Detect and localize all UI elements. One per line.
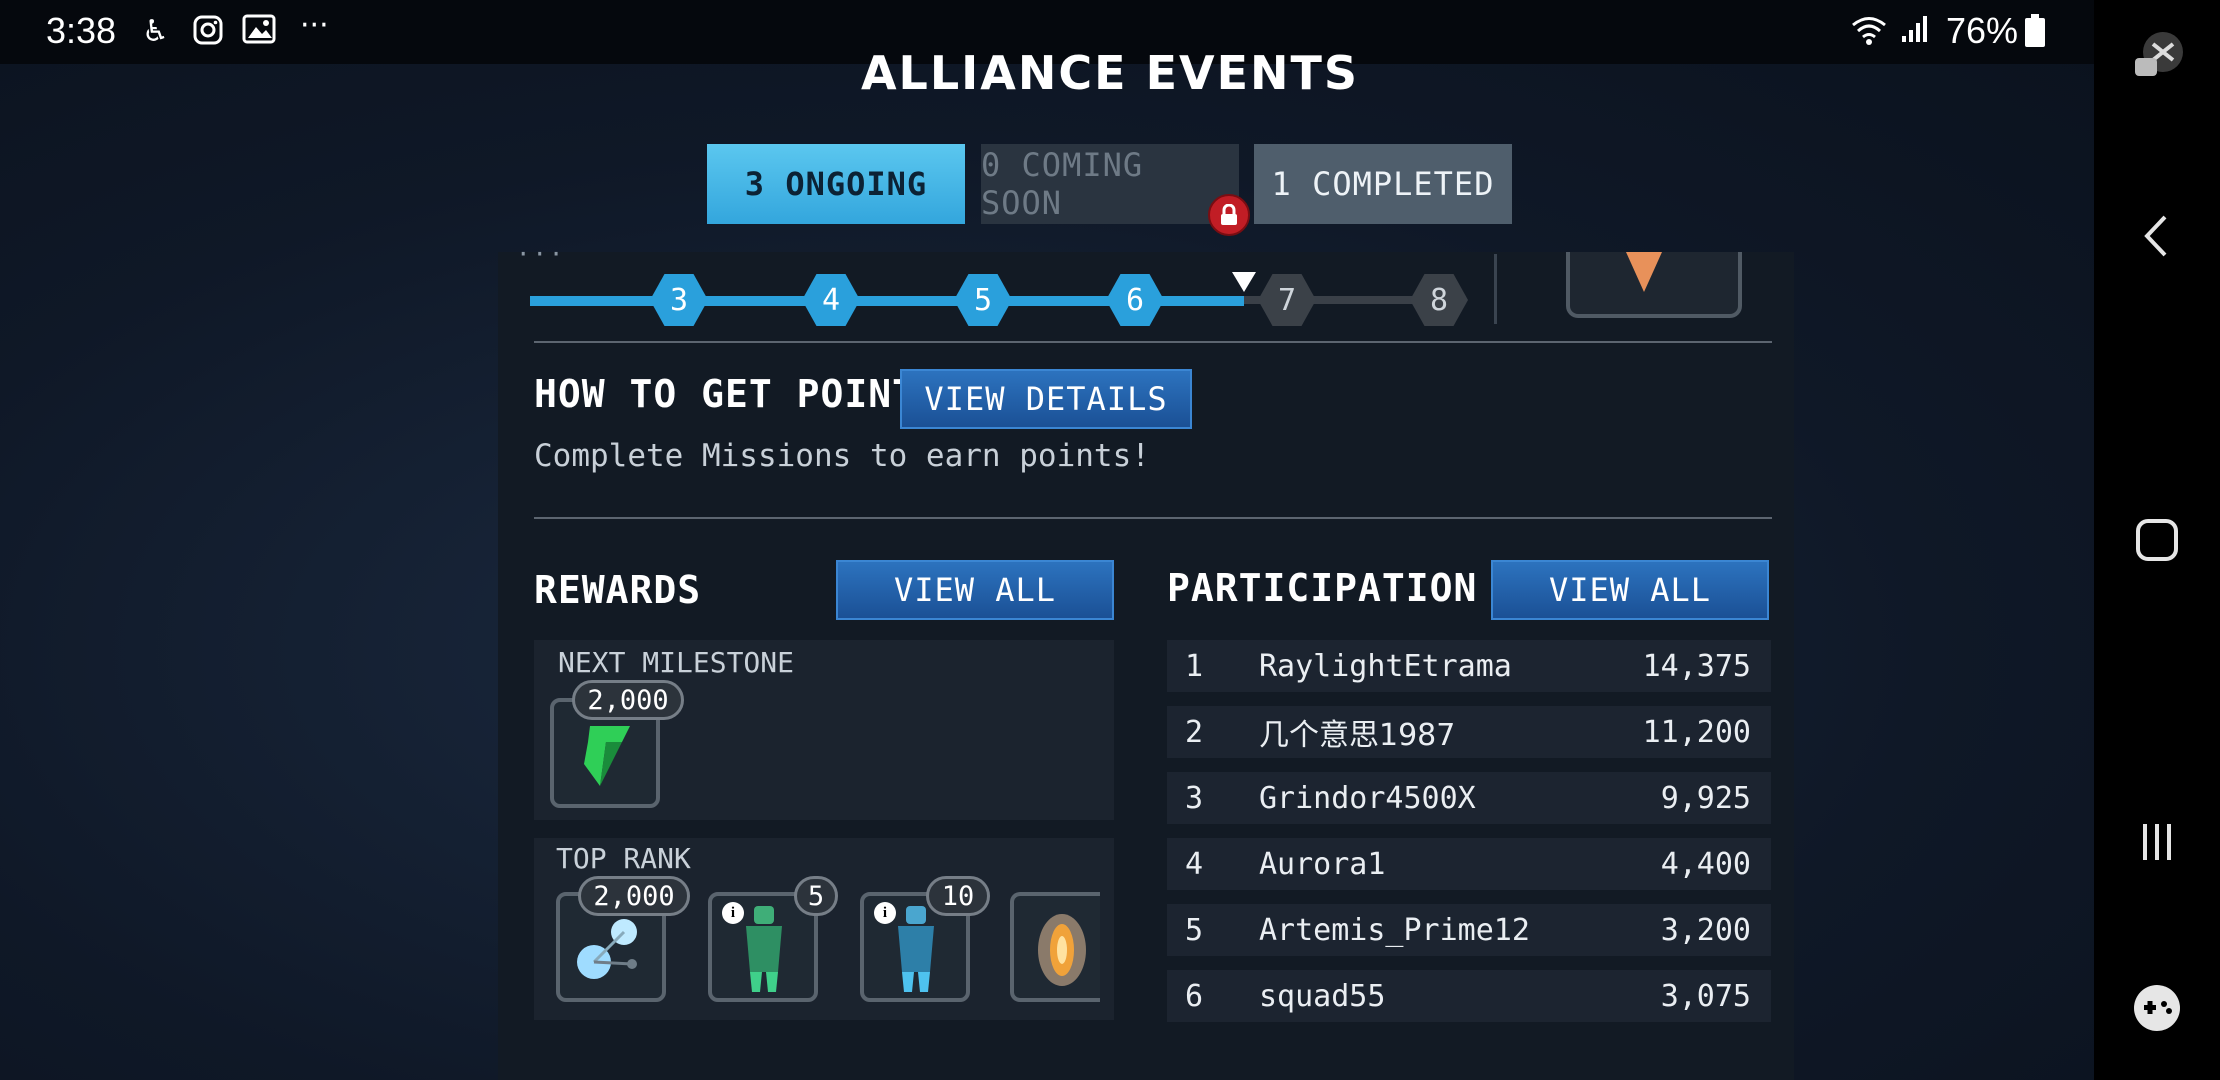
table-row[interactable]: 2 几个意思1987 11,200 — [1167, 706, 1771, 758]
table-row[interactable]: 3 Grindor4500X 9,925 — [1167, 772, 1771, 824]
recent-apps-icon[interactable] — [2114, 802, 2200, 882]
participation-heading: PARTICIPATION — [1167, 566, 1478, 610]
progress-marker-icon — [1232, 272, 1256, 292]
player-name: RaylightEtrama — [1259, 648, 1512, 684]
player-name: Aurora1 — [1259, 846, 1386, 882]
info-icon[interactable]: i — [722, 902, 744, 924]
rank: 6 — [1184, 978, 1204, 1014]
accessibility-icon: ♿ — [142, 14, 169, 49]
system-nav-bar — [2094, 0, 2220, 1080]
reward-quantity-badge: 10 — [926, 876, 990, 916]
player-score: 11,200 — [1642, 714, 1751, 750]
more-icon: ··· — [300, 8, 329, 43]
rank: 3 — [1184, 780, 1204, 816]
participation-view-all-button[interactable]: VIEW ALL — [1491, 560, 1769, 620]
view-details-button[interactable]: VIEW DETAILS — [900, 369, 1192, 429]
reward-item[interactable] — [1010, 892, 1100, 1002]
table-row[interactable]: 5 Artemis_Prime12 3,200 — [1167, 904, 1771, 956]
tab-ongoing[interactable]: 3 ONGOING — [707, 144, 965, 224]
rank: 5 — [1184, 912, 1204, 948]
player-name: 几个意思1987 — [1259, 718, 1456, 753]
next-milestone-label: NEXT MILESTONE — [558, 646, 795, 679]
how-to-description: Complete Missions to earn points! — [534, 438, 1150, 474]
rank: 2 — [1184, 714, 1204, 750]
rewards-view-all-button[interactable]: VIEW ALL — [836, 560, 1114, 620]
reward-quantity-badge: 5 — [794, 876, 838, 916]
player-score: 9,925 — [1660, 780, 1751, 816]
rank: 4 — [1184, 846, 1204, 882]
info-icon[interactable]: i — [874, 902, 896, 924]
back-icon[interactable] — [2114, 196, 2200, 276]
table-row[interactable]: 4 Aurora1 4,400 — [1167, 838, 1771, 890]
top-rank-label: TOP RANK — [556, 842, 691, 875]
reward-quantity-badge: 2,000 — [572, 680, 684, 720]
how-to-heading: HOW TO GET POINTS — [534, 372, 940, 416]
divider — [534, 341, 1772, 343]
tab-completed[interactable]: 1 COMPLETED — [1254, 144, 1512, 224]
player-name: Grindor4500X — [1259, 780, 1476, 816]
divider — [534, 517, 1772, 519]
gamepad-icon[interactable] — [2114, 968, 2200, 1048]
player-score: 3,075 — [1660, 978, 1751, 1014]
orange-shard-icon — [1626, 252, 1662, 292]
player-score: 4,400 — [1660, 846, 1751, 882]
table-row[interactable]: 1 RaylightEtrama 14,375 — [1167, 640, 1771, 692]
player-name: squad55 — [1259, 978, 1386, 1014]
rewards-heading: REWARDS — [534, 568, 702, 612]
reward-quantity-badge: 2,000 — [578, 876, 690, 916]
screen-title: ALLIANCE EVENTS — [860, 46, 1360, 100]
player-name: Artemis_Prime12 — [1259, 912, 1530, 948]
lock-icon — [1208, 194, 1250, 236]
player-score: 14,375 — [1642, 648, 1751, 684]
home-icon[interactable] — [2114, 500, 2200, 580]
rank: 1 — [1184, 648, 1204, 684]
divider — [1494, 254, 1497, 324]
more-indicator: ··· — [516, 240, 566, 268]
player-score: 3,200 — [1660, 912, 1751, 948]
tab-coming-soon[interactable]: 0 COMING SOON — [981, 144, 1239, 224]
table-row[interactable]: 6 squad55 3,075 — [1167, 970, 1771, 1022]
